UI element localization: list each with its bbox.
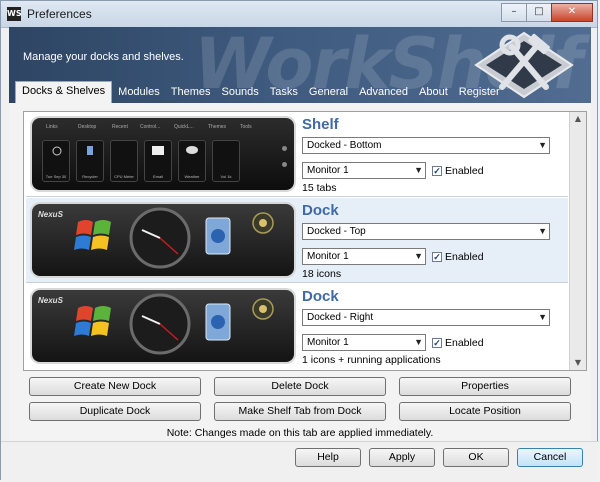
chevron-down-icon: ▼ xyxy=(414,337,423,347)
enabled-checkbox[interactable]: ✓ xyxy=(432,166,442,176)
gear-badge-icon xyxy=(252,212,274,234)
clock-icon xyxy=(129,293,191,355)
title-bar[interactable]: WS Preferences – □ ✕ xyxy=(1,1,597,28)
dialog-footer: Help Apply OK Cancel xyxy=(1,441,599,482)
position-select[interactable]: Docked - Top ▼ xyxy=(302,223,550,240)
shelf-preview-tab: QuickL... xyxy=(174,124,194,130)
tab-docks-shelves[interactable]: Docks & Shelves xyxy=(15,81,113,103)
tab-themes[interactable]: Themes xyxy=(166,83,216,103)
clock-icon xyxy=(129,207,191,269)
scroll-up-icon[interactable]: ▲ xyxy=(570,112,586,126)
tab-tasks[interactable]: Tasks xyxy=(265,83,303,103)
position-select[interactable]: Docked - Bottom ▼ xyxy=(302,137,550,154)
list-item-shelf[interactable]: Links Desktop Recent Control... QuickL..… xyxy=(26,112,568,197)
make-shelf-tab-button[interactable]: Make Shelf Tab from Dock xyxy=(214,402,386,421)
item-count: 15 tabs xyxy=(302,182,337,194)
cpu-meter-gadget-icon: CPU Meter xyxy=(110,140,138,182)
shelf-preview-tab: Recent xyxy=(112,124,128,130)
item-title: Dock xyxy=(302,202,339,219)
shelf-preview: Links Desktop Recent Control... QuickL..… xyxy=(32,118,294,190)
trash-icon xyxy=(87,146,93,155)
window-title: Preferences xyxy=(27,7,92,21)
tab-advanced[interactable]: Advanced xyxy=(354,83,413,103)
arrow-dot-icon xyxy=(282,146,287,151)
window-controls: – □ ✕ xyxy=(501,3,593,22)
chevron-down-icon: ▼ xyxy=(414,165,423,175)
chevron-down-icon: ▼ xyxy=(538,226,547,236)
monitor-select[interactable]: Monitor 1 ▼ xyxy=(302,162,426,179)
recycle-bin-icon xyxy=(205,303,231,341)
enabled-checkbox[interactable]: ✓ xyxy=(432,338,442,348)
close-button[interactable]: ✕ xyxy=(551,3,593,22)
item-title: Dock xyxy=(302,288,339,305)
cancel-button[interactable]: Cancel xyxy=(517,448,583,467)
item-count: 1 icons + running applications xyxy=(302,354,441,366)
create-new-dock-button[interactable]: Create New Dock xyxy=(29,377,201,396)
locate-position-button[interactable]: Locate Position xyxy=(399,402,571,421)
shelf-preview-tab: Desktop xyxy=(78,124,97,130)
apply-note: Note: Changes made on this tab are appli… xyxy=(166,427,434,439)
dock-preview: NexuS xyxy=(32,290,294,362)
chevron-down-icon: ▼ xyxy=(538,140,547,150)
list-item-dock-right[interactable]: NexuS Dock Docked - Right ▼ Monitor 1 ▼ … xyxy=(26,284,568,368)
windows-logo-icon xyxy=(74,220,111,250)
docks-list: Links Desktop Recent Control... QuickL..… xyxy=(23,111,587,371)
properties-button[interactable]: Properties xyxy=(399,377,571,396)
windows-logo-icon xyxy=(74,306,111,336)
chevron-down-icon: ▼ xyxy=(414,251,423,261)
tab-content-panel: Links Desktop Recent Control... QuickL..… xyxy=(9,103,591,441)
gear-badge-icon xyxy=(252,298,274,320)
dock-preview: NexuS xyxy=(32,204,294,276)
apply-button[interactable]: Apply xyxy=(369,448,435,467)
tab-general[interactable]: General xyxy=(304,83,353,103)
shelf-preview-tab: Links xyxy=(46,124,58,130)
tab-about[interactable]: About xyxy=(414,83,453,103)
scroll-down-icon[interactable]: ▼ xyxy=(570,356,586,370)
minimize-button[interactable]: – xyxy=(501,3,527,22)
cloud-icon xyxy=(186,146,198,154)
chevron-down-icon: ▼ xyxy=(538,312,547,322)
tab-modules[interactable]: Modules xyxy=(113,83,165,103)
volume-gadget-icon: Vol 1k xyxy=(212,140,240,182)
item-title: Shelf xyxy=(302,116,339,133)
monitor-select[interactable]: Monitor 1 ▼ xyxy=(302,248,426,265)
tab-sounds[interactable]: Sounds xyxy=(216,83,263,103)
delete-dock-button[interactable]: Delete Dock xyxy=(214,377,386,396)
tab-register[interactable]: Register xyxy=(454,83,505,103)
shelf-preview-tab: Tools xyxy=(240,124,252,130)
shelf-preview-tab: Themes xyxy=(208,124,227,130)
nexus-logo-icon: NexuS xyxy=(38,210,63,219)
preferences-window: WS Preferences – □ ✕ WorkShelf Manage yo… xyxy=(0,0,599,482)
app-logo-icon: WS xyxy=(7,7,22,21)
enabled-label: Enabled xyxy=(445,165,484,177)
duplicate-dock-button[interactable]: Duplicate Dock xyxy=(29,402,201,421)
tab-strip: Docks & Shelves Modules Themes Sounds Ta… xyxy=(15,81,506,103)
ok-button[interactable]: OK xyxy=(443,448,509,467)
envelope-icon xyxy=(152,146,164,155)
item-count: 18 icons xyxy=(302,268,342,280)
banner-description: Manage your docks and shelves. xyxy=(23,51,184,63)
recycle-bin-icon xyxy=(205,217,231,255)
monitor-select[interactable]: Monitor 1 ▼ xyxy=(302,334,426,351)
enabled-label: Enabled xyxy=(445,337,484,349)
nexus-logo-icon: NexuS xyxy=(38,296,63,305)
position-select[interactable]: Docked - Right ▼ xyxy=(302,309,550,326)
maximize-button[interactable]: □ xyxy=(526,3,552,22)
shelf-preview-tab: Control... xyxy=(140,124,161,130)
list-item-dock-top[interactable]: NexuS Dock Docked - Top ▼ Monitor 1 ▼ ✓ … xyxy=(26,198,568,283)
help-button[interactable]: Help xyxy=(295,448,361,467)
enabled-label: Enabled xyxy=(445,251,484,263)
enabled-checkbox[interactable]: ✓ xyxy=(432,252,442,262)
arrow-dot-icon xyxy=(282,162,287,167)
clock-face-icon xyxy=(52,146,62,156)
list-scrollbar[interactable]: ▲ ▼ xyxy=(569,112,586,370)
